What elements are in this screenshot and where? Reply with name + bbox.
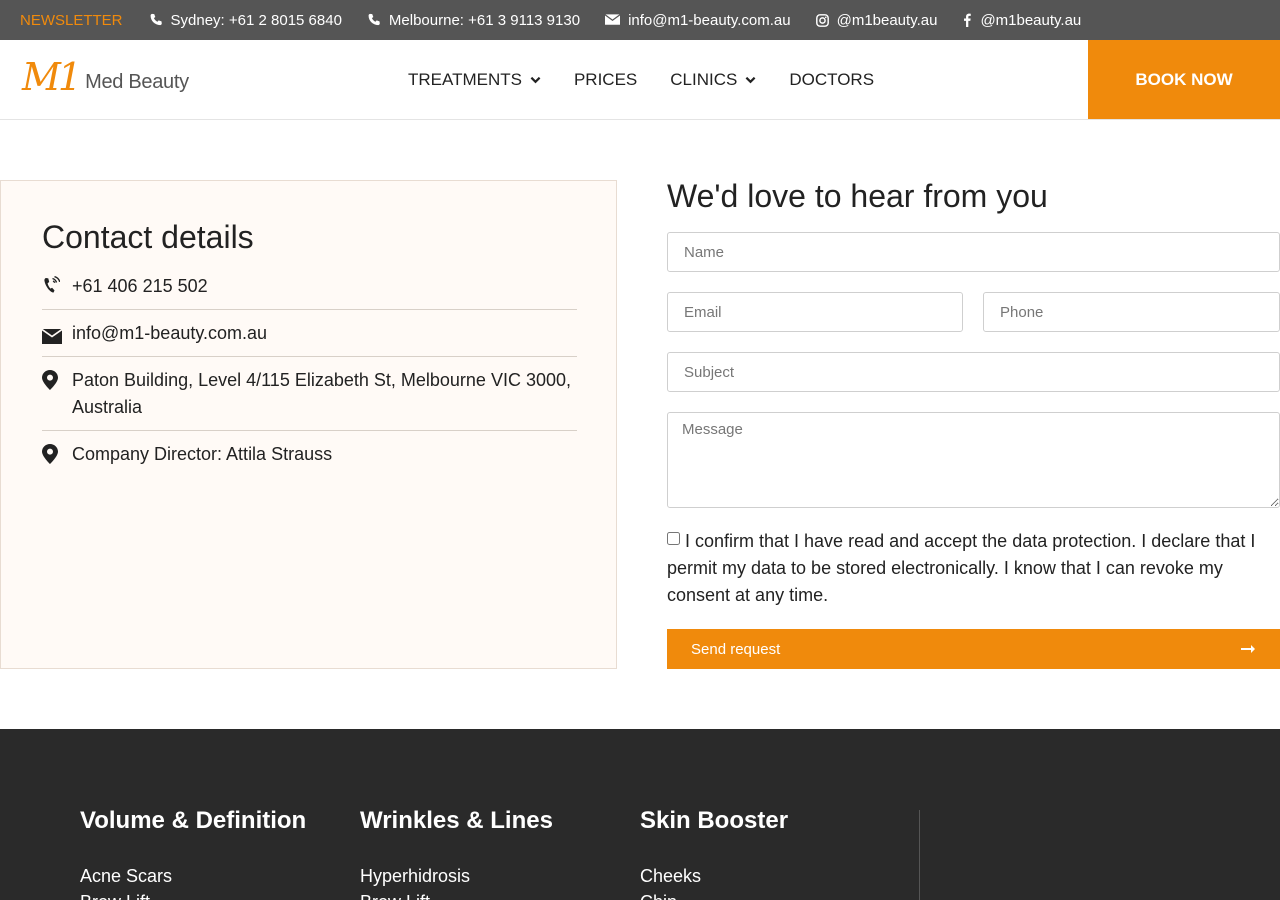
footer-link[interactable]: Hyperhidrosis xyxy=(360,863,553,889)
form-title: We'd love to hear from you xyxy=(667,178,1048,214)
phone-icon xyxy=(368,13,380,26)
nav-item-clinics[interactable]: CLINICS xyxy=(670,70,756,90)
nav-item-prices[interactable]: PRICES xyxy=(574,70,637,90)
contact-director: Company Director: Attila Strauss xyxy=(42,441,577,471)
nav-item-clinics-label: CLINICS xyxy=(670,70,738,89)
book-now-button[interactable]: BOOK NOW xyxy=(1088,40,1280,119)
message-textarea[interactable] xyxy=(667,412,1280,508)
email-input[interactable] xyxy=(667,292,963,332)
topbar-phone-melbourne[interactable]: Melbourne: +61 3 9113 9130 xyxy=(367,12,580,29)
topbar-email[interactable]: info@m1-beauty.com.au xyxy=(605,12,791,29)
topbar-phone-sydney[interactable]: Sydney: +61 2 8015 6840 xyxy=(149,12,342,29)
phone-icon xyxy=(150,13,162,26)
contact-phone[interactable]: +61 406 215 502 xyxy=(42,273,577,310)
topbar-instagram[interactable]: @m1beauty.au xyxy=(815,11,938,29)
send-request-label: Send request xyxy=(691,640,781,658)
contact-address: Paton Building, Level 4/115 Elizabeth St… xyxy=(42,367,577,431)
consent-text: I confirm that I have read and accept th… xyxy=(667,531,1256,605)
footer-column-title: Skin Booster xyxy=(640,807,789,834)
footer-column-skin-booster: Skin Booster Cheeks Chin xyxy=(640,807,788,900)
envelope-icon xyxy=(42,325,62,352)
topbar-email-text: info@m1-beauty.com.au xyxy=(628,11,791,29)
topbar-phone-sydney-text: Sydney: +61 2 8015 6840 xyxy=(170,11,342,29)
contact-email[interactable]: info@m1-beauty.com.au xyxy=(42,320,577,357)
map-marker-icon xyxy=(42,444,58,472)
contact-phone-text: +61 406 215 502 xyxy=(72,276,208,296)
topbar-facebook-text: @m1beauty.au xyxy=(980,11,1082,29)
logo-text: Med Beauty xyxy=(85,71,189,93)
nav-item-doctors-label: DOCTORS xyxy=(789,70,875,89)
chevron-down-icon xyxy=(745,76,756,84)
footer-column-wrinkles: Wrinkles & Lines Hyperhidrosis Brow Lift xyxy=(360,807,553,900)
newsletter-link[interactable]: NEWSLETTER xyxy=(20,12,123,29)
chevron-down-icon xyxy=(530,76,541,84)
subject-input[interactable] xyxy=(667,352,1280,392)
footer-link[interactable]: Cheeks xyxy=(640,863,788,889)
topbar-facebook[interactable]: @m1beauty.au xyxy=(962,12,1081,29)
phone-input[interactable] xyxy=(983,292,1280,332)
top-bar: NEWSLETTER Sydney: +61 2 8015 6840 Melbo… xyxy=(0,0,1280,40)
footer-column-title: Wrinkles & Lines xyxy=(360,807,553,834)
nav-item-treatments[interactable]: TREATMENTS xyxy=(408,70,541,90)
map-marker-icon xyxy=(42,370,58,398)
topbar-phone-melbourne-text: Melbourne: +61 3 9113 9130 xyxy=(388,11,581,29)
nav-item-prices-label: PRICES xyxy=(573,70,638,89)
logo[interactable]: M1 Med Beauty xyxy=(22,55,189,99)
footer-link[interactable]: Acne Scars xyxy=(80,863,306,889)
nav-item-doctors[interactable]: DOCTORS xyxy=(789,70,874,90)
facebook-icon xyxy=(964,13,972,27)
consent-checkbox[interactable] xyxy=(667,532,680,545)
contact-email-text: info@m1-beauty.com.au xyxy=(72,323,268,343)
contact-details-title: Contact details xyxy=(42,219,254,255)
name-input[interactable] xyxy=(667,232,1280,272)
site-footer: Volume & Definition Acne Scars Brow Lift… xyxy=(0,729,1280,900)
footer-column-volume: Volume & Definition Acne Scars Brow Lift xyxy=(80,807,306,900)
footer-link[interactable]: Chin xyxy=(640,889,788,900)
footer-link[interactable]: Brow Lift xyxy=(360,889,553,900)
main-nav: TREATMENTS PRICES CLINICS DOCTORS xyxy=(408,40,907,120)
footer-divider xyxy=(919,810,920,900)
logo-mark: M1 xyxy=(22,55,82,99)
footer-column-title: Volume & Definition xyxy=(80,807,307,834)
instagram-icon xyxy=(815,13,829,27)
contact-address-text: Paton Building, Level 4/115 Elizabeth St… xyxy=(72,370,571,417)
contact-details-panel: Contact details +61 406 215 502 info@m1-… xyxy=(0,180,617,669)
consent-label[interactable]: I confirm that I have read and accept th… xyxy=(667,528,1267,609)
phone-volume-icon xyxy=(42,275,61,304)
envelope-icon xyxy=(605,14,621,25)
site-header: M1 Med Beauty TREATMENTS PRICES CLINICS … xyxy=(0,40,1280,120)
footer-link[interactable]: Brow Lift xyxy=(80,889,306,900)
send-request-button[interactable]: Send request xyxy=(667,629,1280,669)
arrow-right-icon xyxy=(1241,645,1255,653)
contact-director-text: Company Director: Attila Strauss xyxy=(72,444,333,464)
nav-item-treatments-label: TREATMENTS xyxy=(408,70,522,89)
topbar-instagram-text: @m1beauty.au xyxy=(836,11,938,29)
